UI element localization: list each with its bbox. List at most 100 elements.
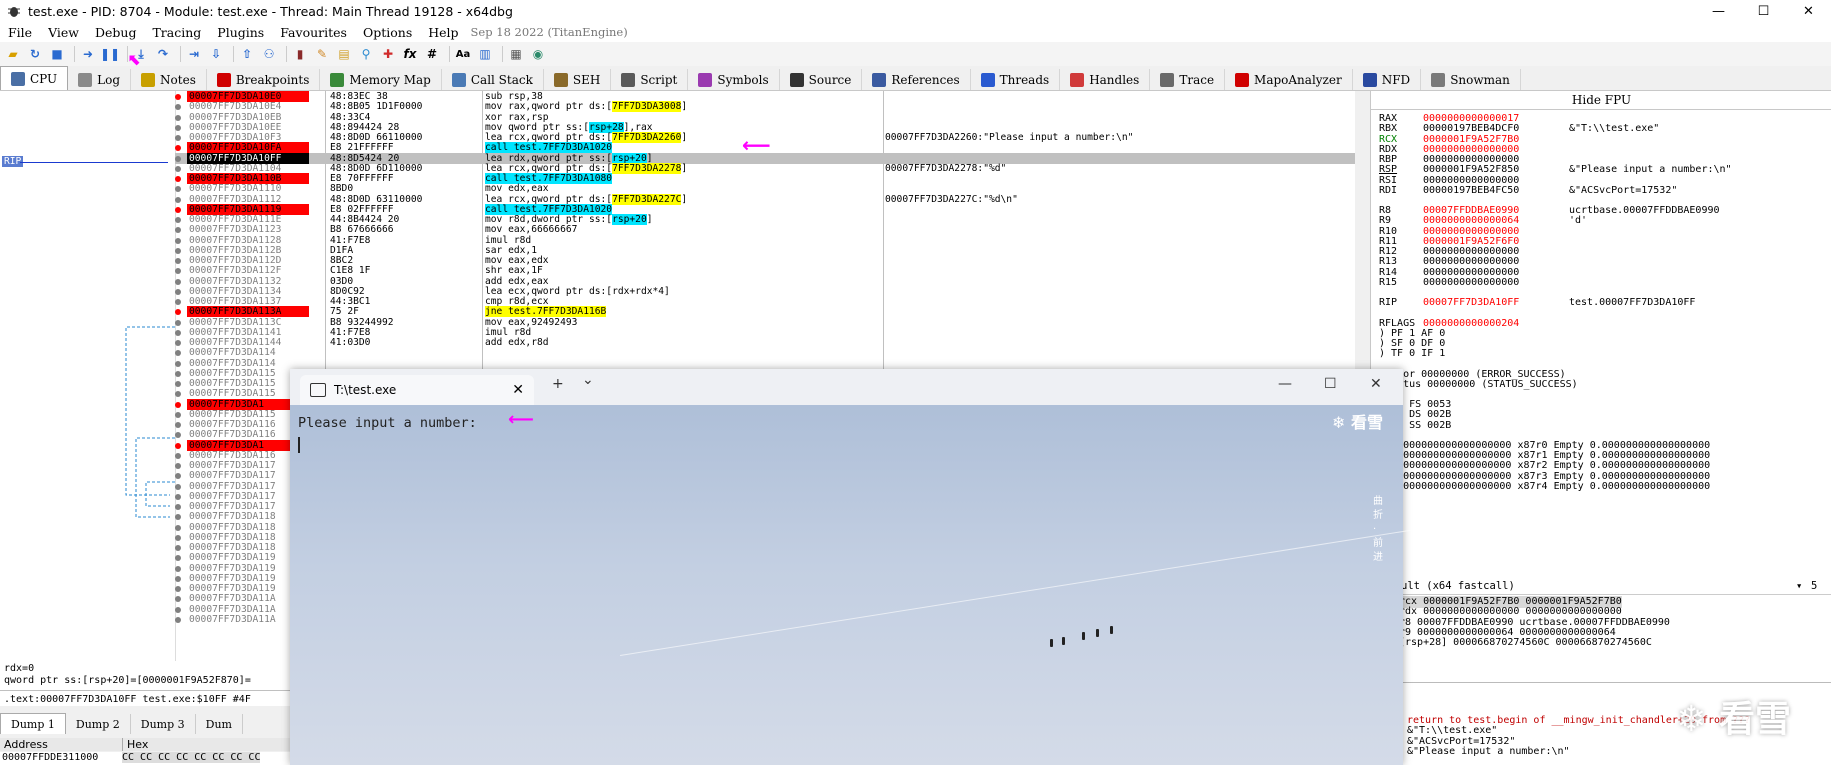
tab-dump-1[interactable]: Dump 1 — [0, 713, 66, 734]
breakpoint-bullet[interactable] — [175, 217, 181, 223]
breakpoint-bullet[interactable] — [175, 114, 181, 121]
menu-file[interactable]: File — [0, 25, 40, 40]
breakpoint-bullet[interactable] — [175, 401, 181, 408]
breakpoint-bullet[interactable] — [175, 340, 181, 346]
calculator-icon[interactable]: ▦ — [507, 45, 525, 63]
breakpoint-bullet[interactable] — [175, 565, 181, 572]
pause-icon[interactable]: ❚❚ — [100, 45, 120, 63]
hash-icon[interactable]: # — [423, 45, 441, 63]
menu-debug[interactable]: Debug — [87, 25, 144, 40]
breakpoint-bullet[interactable] — [175, 534, 181, 541]
breakpoint-bullet[interactable] — [175, 422, 181, 428]
breakpoint-bullet[interactable] — [175, 452, 181, 459]
breakpoint-bullet[interactable] — [175, 483, 181, 490]
breakpoint-bullet[interactable] — [175, 155, 181, 162]
call-arg-row[interactable]: [rsp+28] 000066870274560C 00006687027456… — [1399, 637, 1652, 649]
console-window[interactable]: T:\test.exe ✕ + ⌄ — ☐ ✕ Please input a n… — [290, 369, 1411, 765]
arg-count-spinner[interactable]: 5 — [1811, 578, 1817, 594]
menu-plugins[interactable]: Plugins — [209, 25, 272, 40]
breakpoint-bullet[interactable] — [175, 575, 181, 582]
tab-references[interactable]: References — [862, 69, 971, 90]
console-close-button[interactable]: ✕ — [1370, 376, 1382, 392]
breakpoint-bullet[interactable] — [175, 176, 181, 182]
breakpoint-bullet[interactable] — [175, 360, 181, 367]
flags-row[interactable]: ) TF 0 IF 1 — [1379, 348, 1445, 360]
stack-comment-row[interactable]: &"Please input a number:\n" — [1407, 746, 1570, 758]
breakpoint-bullet[interactable] — [175, 237, 181, 244]
register-row[interactable]: RIP 00007FF7D3DA10FF test.00007FF7D3DA10FF — [1379, 297, 1695, 309]
tab-notes[interactable]: Notes — [131, 69, 207, 90]
tab-log[interactable]: Log — [68, 69, 132, 90]
breakpoint-bullet[interactable] — [175, 186, 181, 193]
tab-dump-2[interactable]: Dump 2 — [66, 714, 131, 734]
tab-dropdown-button[interactable]: ⌄ — [582, 372, 594, 388]
breakpoint-bullet[interactable] — [175, 504, 181, 510]
console-minimize-button[interactable]: — — [1278, 376, 1292, 392]
dump-row[interactable]: 00007FFDDE311000 CC CC CC CC CC CC CC CC — [0, 752, 300, 765]
console-body[interactable]: Please input a number: ⟵ ❄ 看雪 曲 折 · 前 进 — [290, 405, 1411, 765]
breakpoint-bullet[interactable] — [175, 616, 181, 623]
maximize-button[interactable]: ☐ — [1741, 0, 1786, 22]
tab-mapoanalyzer[interactable]: MapoAnalyzer — [1225, 69, 1353, 90]
breakpoint-bullet[interactable] — [175, 145, 181, 152]
dump-col-hex[interactable]: Hex — [123, 738, 298, 751]
trace-into-icon[interactable]: ⇥ — [185, 45, 203, 63]
tab-close-icon[interactable]: ✕ — [512, 382, 524, 398]
breakpoint-bullet[interactable] — [175, 329, 181, 336]
breakpoint-bullet[interactable] — [175, 370, 181, 377]
restart-icon[interactable]: ↻ — [26, 45, 44, 63]
breakpoint-bullet[interactable] — [175, 268, 181, 275]
breakpoint-bullet[interactable] — [175, 350, 181, 357]
tab-symbols[interactable]: Symbols — [688, 69, 780, 90]
tab-source[interactable]: Source — [780, 69, 863, 90]
comments-icon[interactable]: ▤ — [335, 45, 353, 63]
menu-tracing[interactable]: Tracing — [144, 25, 209, 40]
breakpoint-bullet[interactable] — [175, 442, 181, 449]
tab-seh[interactable]: SEH — [544, 69, 612, 90]
breakpoint-bullet[interactable] — [175, 493, 181, 500]
breakpoint-bullet[interactable] — [175, 391, 181, 398]
console-maximize-button[interactable]: ☐ — [1324, 376, 1337, 392]
breakpoint-bullet[interactable] — [175, 319, 181, 326]
breakpoint-bullet[interactable] — [175, 299, 181, 305]
breakpoint-bullet[interactable] — [175, 124, 181, 131]
breakpoint-bullet[interactable] — [175, 381, 181, 387]
strings-icon[interactable]: Aa — [454, 45, 472, 63]
breakpoint-bullet[interactable] — [175, 586, 181, 592]
breakpoint-bullet[interactable] — [175, 104, 181, 111]
tab-script[interactable]: Script — [611, 69, 689, 90]
help-icon[interactable]: ▥ — [476, 45, 494, 63]
breakpoint-bullet[interactable] — [175, 606, 181, 613]
call-convention-select[interactable]: ult (x64 fastcall) — [1401, 578, 1515, 594]
breakpoint-bullet[interactable] — [175, 196, 181, 203]
menu-favourites[interactable]: Favourites — [272, 25, 355, 40]
breakpoint-bullet[interactable] — [175, 227, 181, 234]
close-button[interactable]: ✕ — [1786, 0, 1831, 22]
chevron-down-icon[interactable]: ▾ — [1796, 578, 1802, 594]
menu-view[interactable]: View — [40, 25, 87, 40]
step-over-icon[interactable]: ↷ — [154, 45, 172, 63]
breakpoint-bullet[interactable] — [175, 135, 181, 141]
stop-icon[interactable]: ■ — [48, 45, 66, 63]
breakpoint-bullet[interactable] — [175, 165, 181, 172]
execute-till-return-icon[interactable]: ⇧ — [238, 45, 256, 63]
tab-cpu[interactable]: CPU — [0, 66, 69, 90]
breakpoint-bullet[interactable] — [175, 288, 181, 295]
tab-call-stack[interactable]: Call Stack — [442, 69, 544, 90]
breakpoint-bullet[interactable] — [175, 473, 181, 480]
tab-snowman[interactable]: Snowman — [1421, 69, 1521, 90]
new-tab-button[interactable]: + — [552, 376, 564, 392]
breakpoint-bullet[interactable] — [175, 258, 181, 264]
open-icon[interactable]: ▰ — [4, 45, 22, 63]
tab-trace[interactable]: Trace — [1150, 69, 1226, 90]
fpu-row[interactable]: )) 0000000000000000000 x87r4 Empty 0.000… — [1379, 481, 1710, 493]
globe-icon[interactable]: ◉ — [529, 45, 547, 63]
breakpoint-bullet[interactable] — [175, 432, 181, 439]
hide-fpu-button[interactable]: Hide FPU — [1371, 91, 1831, 110]
breakpoint-bullet[interactable] — [175, 309, 181, 316]
menu-help[interactable]: Help — [420, 25, 466, 40]
tab-threads[interactable]: Threads — [971, 69, 1061, 90]
console-tab[interactable]: T:\test.exe ✕ — [300, 375, 534, 405]
patch-icon[interactable]: ✎ — [313, 45, 331, 63]
breakpoint-bullet[interactable] — [175, 596, 181, 603]
